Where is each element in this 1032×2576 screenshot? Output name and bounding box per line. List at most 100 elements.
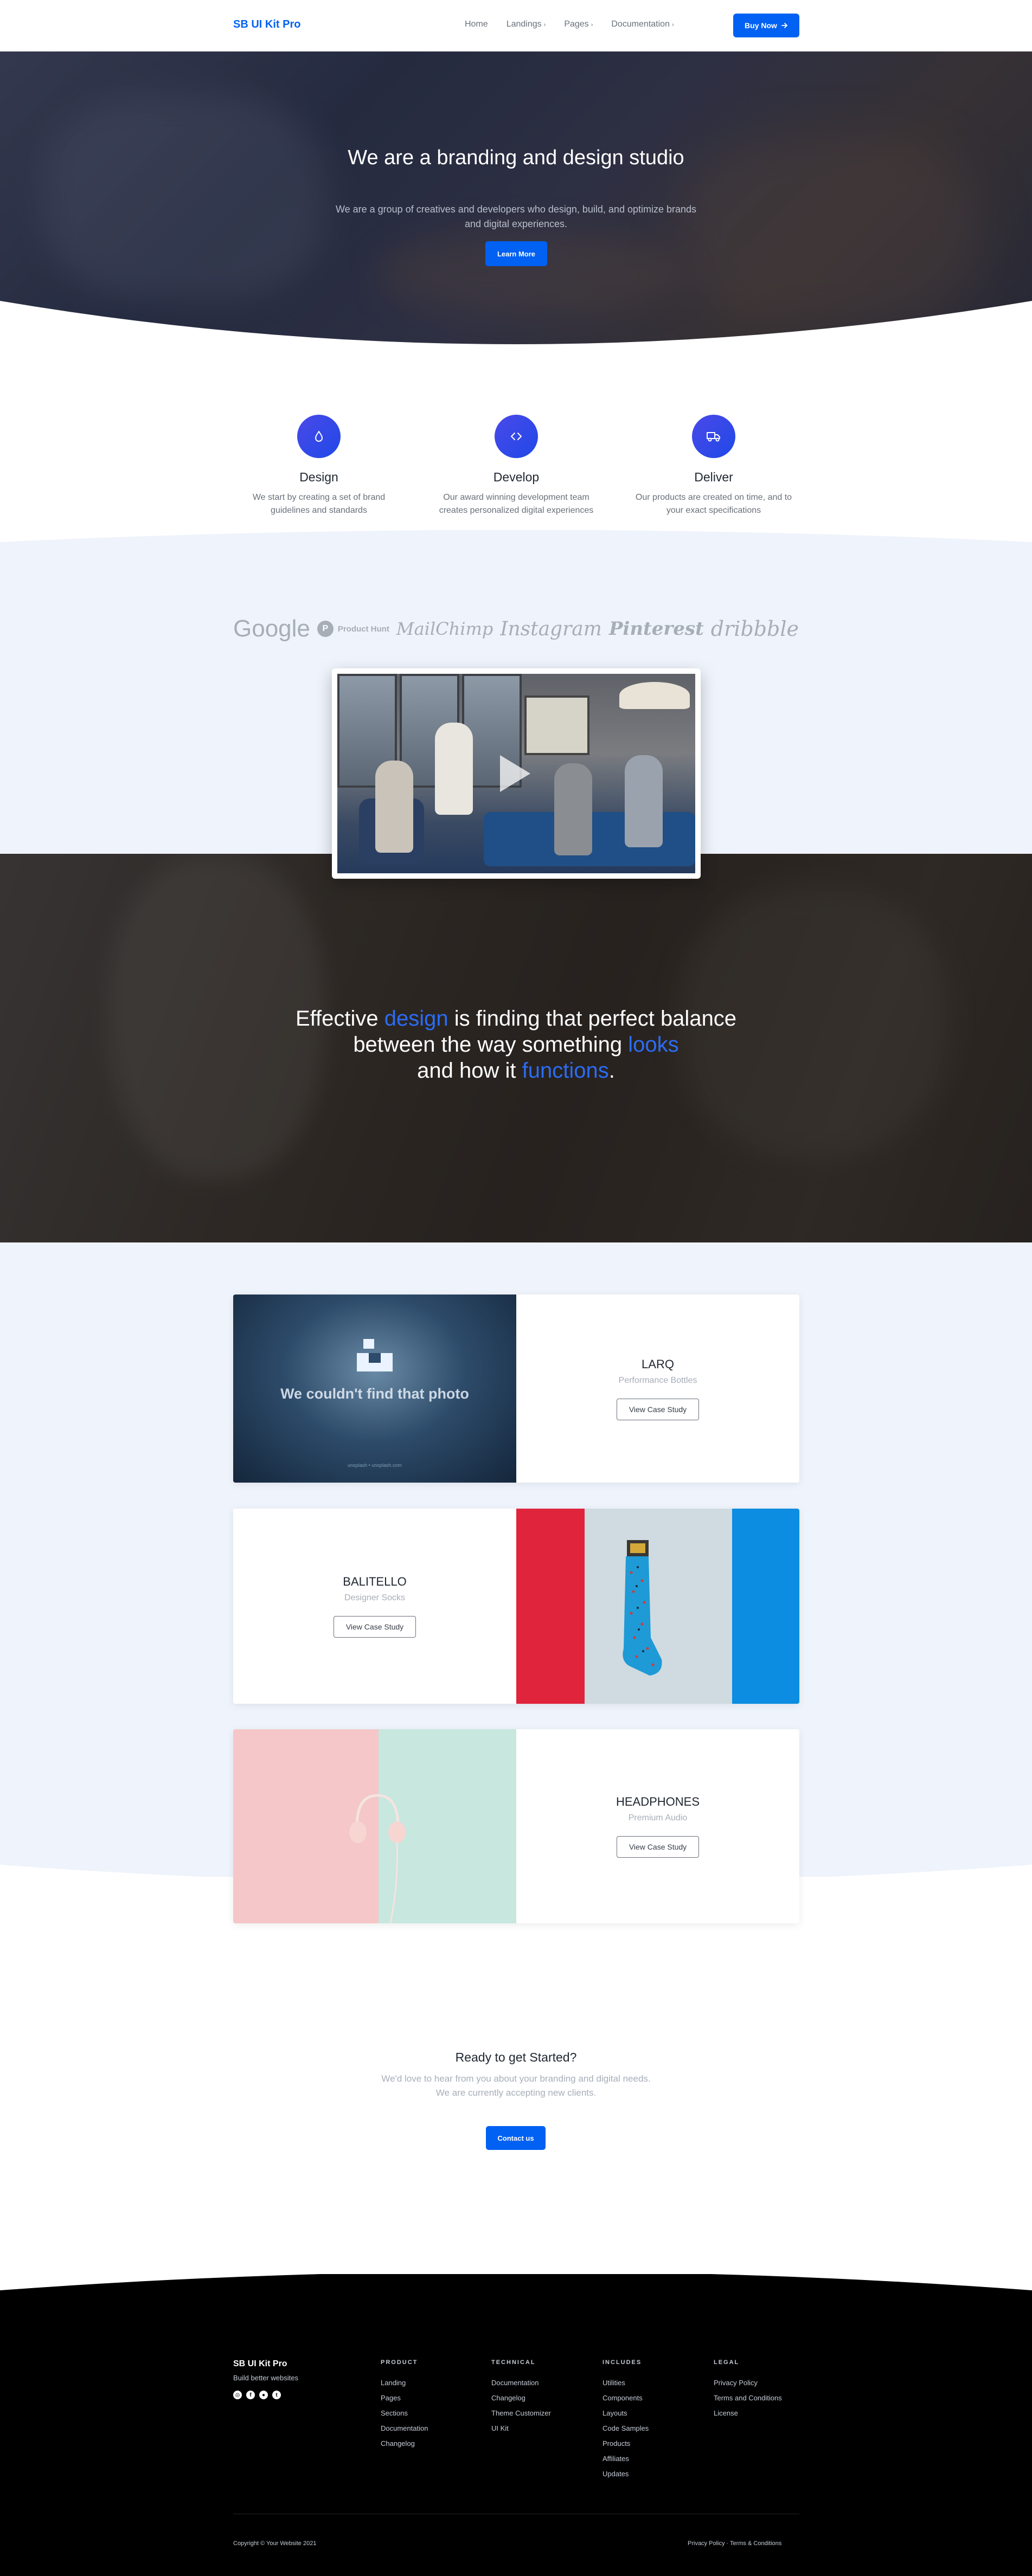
droplet-icon <box>297 415 341 458</box>
case-image <box>233 1729 516 1923</box>
feature-design: Design We start by creating a set of bra… <box>232 415 406 517</box>
view-case-study-button[interactable]: View Case Study <box>334 1616 416 1638</box>
footer-column-legal: LEGAL Privacy Policy Terms and Condition… <box>714 2359 782 2424</box>
case-subtitle: Performance Bottles <box>618 1375 697 1385</box>
case-text: HEADPHONES Premium Audio View Case Study <box>516 1729 799 1923</box>
case-title: BALITELLO <box>343 1575 407 1588</box>
footer-column-technical: TECHNICAL Documentation Changelog Theme … <box>491 2359 551 2439</box>
view-case-study-button[interactable]: View Case Study <box>617 1398 699 1420</box>
footer-column-product: PRODUCT Landing Pages Sections Documenta… <box>381 2359 428 2455</box>
feature-text: We start by creating a set of brand guid… <box>252 493 386 515</box>
footer-column-heading: PRODUCT <box>381 2359 418 2366</box>
footer-social: ◎ f ● t <box>233 2391 281 2399</box>
case-image-message: We couldn't find that photo <box>280 1386 469 1402</box>
cta-subtitle: We'd love to hear from you about your br… <box>381 2073 651 2098</box>
chevron-down-icon: › <box>671 22 674 28</box>
play-icon[interactable] <box>500 755 530 792</box>
footer-column-heading: LEGAL <box>714 2359 740 2366</box>
case-title: HEADPHONES <box>616 1795 700 1808</box>
cta-title: Ready to get Started? <box>455 2050 577 2064</box>
footer-link[interactable]: Products <box>602 2439 649 2448</box>
logo-product-hunt: P Product Hunt <box>317 621 389 637</box>
quote-highlight: functions <box>522 1059 609 1083</box>
video-scene-person <box>625 755 663 847</box>
footer-column-heading: TECHNICAL <box>491 2359 536 2366</box>
case-image: We couldn't find that photo unsplash • u… <box>233 1295 516 1483</box>
sock-image <box>623 1540 662 1676</box>
facebook-icon[interactable]: f <box>246 2391 255 2399</box>
footer-copyright: Copyright © Your Website 2021 <box>233 2540 317 2547</box>
case-text: BALITELLO Designer Socks View Case Study <box>233 1509 516 1704</box>
footer: SB UI Kit Pro Build better websites ◎ f … <box>0 2298 1032 2576</box>
footer-link[interactable]: Pages <box>381 2394 428 2402</box>
footer-link[interactable]: Updates <box>602 2470 649 2478</box>
case-image-caption: unsplash • unsplash.com <box>348 1463 402 1468</box>
video-scene-person <box>375 761 413 853</box>
footer-link[interactable]: Landing <box>381 2379 428 2387</box>
case-image <box>516 1509 799 1704</box>
navbar: SB UI Kit Pro Home Landings › Pages › Docu… <box>0 0 1032 51</box>
footer-link[interactable]: Sections <box>381 2409 428 2417</box>
footer-link[interactable]: Changelog <box>381 2439 428 2448</box>
chevron-down-icon: › <box>591 22 593 28</box>
instagram-icon[interactable]: ◎ <box>233 2391 242 2399</box>
nav-links: Home Landings › Pages › Documentation › <box>465 20 674 29</box>
footer-link[interactable]: Affiliates <box>602 2455 649 2463</box>
case-text: LARQ Performance Bottles View Case Study <box>516 1295 799 1483</box>
footer-link[interactable]: Theme Customizer <box>491 2409 551 2417</box>
feature-deliver: Deliver Our products are created on time… <box>627 415 800 517</box>
quote-section: Effective design is finding that perfect… <box>0 854 1032 1242</box>
video-scene-person <box>435 723 473 815</box>
feature-develop: Develop Our award winning development te… <box>430 415 603 517</box>
video-scene-board <box>524 695 589 755</box>
case-study-headphones: HEADPHONES Premium Audio View Case Study <box>233 1729 799 1923</box>
footer-link[interactable]: Layouts <box>602 2409 649 2417</box>
github-icon[interactable]: ● <box>259 2391 268 2399</box>
case-study-balitello: BALITELLO Designer Socks View Case Study <box>233 1509 799 1704</box>
learn-more-button[interactable]: Learn More <box>485 241 547 266</box>
video-thumbnail <box>337 674 695 873</box>
case-study-larq: We couldn't find that photo unsplash • u… <box>233 1295 799 1483</box>
footer-link[interactable]: Code Samples <box>602 2424 649 2432</box>
video-scene-lamp <box>619 682 690 709</box>
video-scene-person <box>554 763 592 855</box>
footer-link[interactable]: Documentation <box>381 2424 428 2432</box>
footer-brand[interactable]: SB UI Kit Pro <box>233 2359 287 2369</box>
nav-link-home[interactable]: Home <box>465 20 488 29</box>
footer-link[interactable]: Changelog <box>491 2394 551 2402</box>
logo-mailchimp: MailChimp <box>396 619 493 639</box>
logo-pinterest: Pinterest <box>608 618 704 640</box>
twitter-icon[interactable]: t <box>272 2391 281 2399</box>
nav-link-landings[interactable]: Landings › <box>507 20 546 29</box>
hero-title: We are a branding and design studio <box>348 146 684 169</box>
footer-link[interactable]: Components <box>602 2394 649 2402</box>
nav-link-pages[interactable]: Pages › <box>564 20 593 29</box>
footer-link[interactable]: Terms and Conditions <box>714 2394 782 2402</box>
hero-subtitle: We are a group of creatives and develope… <box>335 204 697 229</box>
arrow-right-icon <box>781 23 788 28</box>
quote-highlight: looks <box>628 1033 679 1057</box>
product-hunt-icon: P <box>317 621 334 637</box>
feature-text: Our products are created on time, and to… <box>635 493 792 515</box>
brand-logo[interactable]: SB UI Kit Pro <box>233 18 300 31</box>
case-title: LARQ <box>642 1357 674 1371</box>
case-subtitle: Premium Audio <box>628 1813 688 1822</box>
footer-link[interactable]: Documentation <box>491 2379 551 2387</box>
logo-instagram: Instagram <box>500 617 602 640</box>
footer-link[interactable]: Privacy Policy <box>714 2379 782 2387</box>
view-case-study-button[interactable]: View Case Study <box>617 1836 699 1858</box>
chevron-down-icon: › <box>543 22 546 28</box>
feature-text: Our award winning development team creat… <box>439 493 594 515</box>
contact-us-button[interactable]: Contact us <box>486 2126 546 2150</box>
footer-link[interactable]: Utilities <box>602 2379 649 2387</box>
footer-legal-links[interactable]: Privacy Policy · Terms & Conditions <box>688 2540 781 2547</box>
feature-title: Design <box>299 470 338 484</box>
footer-link[interactable]: UI Kit <box>491 2424 551 2432</box>
footer-link[interactable]: License <box>714 2409 782 2417</box>
nav-link-documentation[interactable]: Documentation › <box>611 20 674 29</box>
footer-column-heading: INCLUDES <box>602 2359 642 2366</box>
code-icon <box>495 415 538 458</box>
video-player[interactable] <box>332 668 701 879</box>
buy-now-button[interactable]: Buy Now <box>733 14 799 37</box>
logo-google: Google <box>233 615 310 642</box>
